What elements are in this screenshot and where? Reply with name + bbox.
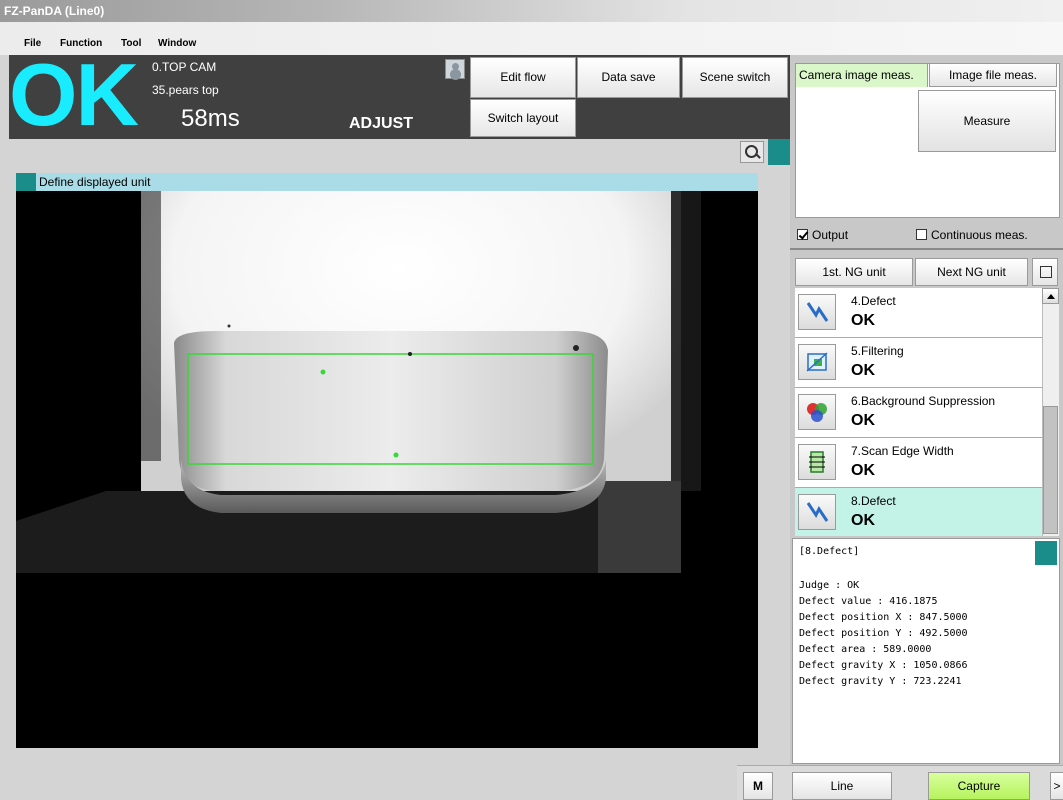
line-button[interactable]: Line [792, 772, 892, 800]
filtering-icon [798, 344, 836, 380]
camera-image[interactable] [16, 191, 758, 748]
image-window-header[interactable]: Define displayed unit [16, 173, 758, 191]
menu-window[interactable]: Window [158, 38, 196, 49]
unit-row-7-scan-edge-width[interactable]: 7.Scan Edge Width OK [795, 438, 1042, 488]
unit-result: OK [851, 362, 875, 379]
header-marker [16, 173, 36, 191]
detail-line: Defect area : 589.0000 [799, 644, 932, 655]
measure-button[interactable]: Measure [918, 90, 1056, 152]
unit-result: OK [851, 312, 875, 329]
data-save-button[interactable]: Data save [577, 57, 680, 98]
first-ng-unit-button[interactable]: 1st. NG unit [795, 258, 913, 286]
detail-heading: [8.Defect] [799, 546, 860, 557]
scene-name: 35.pears top [152, 83, 219, 97]
more-button[interactable]: > [1050, 772, 1063, 800]
defect-icon [798, 294, 836, 330]
detail-line: Defect gravity Y : 723.2241 [799, 676, 962, 687]
menu-bar: File Function Tool Window [0, 22, 1063, 55]
scan-edge-width-icon [798, 444, 836, 480]
unit-row-8-defect[interactable]: 8.Defect OK [795, 488, 1042, 536]
detail-result-panel: [8.Defect] Judge : OK Defect value : 416… [792, 538, 1060, 764]
unit-name: 5.Filtering [851, 344, 904, 358]
unit-result: OK [851, 462, 875, 479]
edit-flow-button[interactable]: Edit flow [470, 57, 576, 98]
define-displayed-unit-label: Define displayed unit [39, 175, 151, 189]
scrollbar-thumb[interactable] [1043, 406, 1058, 534]
tab-image-file-meas[interactable]: Image file meas. [929, 63, 1057, 87]
detail-line: Defect position X : 847.5000 [799, 612, 968, 623]
unit-row-5-filtering[interactable]: 5.Filtering OK [795, 338, 1042, 388]
continuous-meas-checkbox[interactable]: Continuous meas. [916, 228, 1028, 242]
detail-line: Defect value : 416.1875 [799, 596, 938, 607]
camera-image-render [16, 191, 758, 748]
unit-name: 6.Background Suppression [851, 394, 996, 408]
camera-name: 0.TOP CAM [152, 60, 217, 74]
defect-icon [798, 494, 836, 530]
switch-layout-button[interactable]: Switch layout [470, 99, 576, 137]
unit-list: 4.Defect OK 5.Filtering OK 6.Background … [795, 288, 1042, 536]
unit-view-icon[interactable] [1032, 258, 1058, 286]
continuous-meas-label: Continuous meas. [931, 228, 1028, 242]
checkbox-unchecked-icon [916, 229, 927, 240]
detail-line: Judge : OK [799, 580, 860, 591]
unit-name: 8.Defect [851, 494, 896, 508]
scene-switch-button[interactable]: Scene switch [682, 57, 788, 98]
window-title: FZ-PanDA (Line0) [4, 4, 105, 18]
background-suppression-icon [798, 394, 836, 430]
detail-line: Defect gravity X : 1050.0866 [799, 660, 968, 671]
mode-label: ADJUST [349, 115, 414, 132]
next-ng-unit-button[interactable]: Next NG unit [915, 258, 1028, 286]
unit-name: 7.Scan Edge Width [851, 444, 954, 458]
title-bar: FZ-PanDA (Line0) [0, 0, 1063, 22]
checkbox-checked-icon [797, 229, 808, 240]
unit-row-4-defect[interactable]: 4.Defect OK [795, 288, 1042, 338]
status-panel: OK 0.TOP CAM 35.pears top 58ms ADJUST [9, 45, 468, 144]
detail-marker [1035, 541, 1057, 565]
app-window: FZ-PanDA (Line0) File Function Tool Wind… [0, 0, 1063, 800]
output-label: Output [812, 228, 849, 242]
user-icon[interactable] [445, 59, 465, 79]
output-checkbox[interactable]: Output [797, 228, 848, 242]
divider [790, 248, 1063, 250]
zoom-icon[interactable] [740, 141, 764, 163]
capture-button[interactable]: Capture [928, 772, 1030, 800]
tab-camera-image-meas[interactable]: Camera image meas. [795, 63, 928, 87]
m-button[interactable]: M [743, 772, 773, 800]
unit-result: OK [851, 512, 875, 529]
unit-name: 4.Defect [851, 294, 896, 308]
detail-line: Defect position Y : 492.5000 [799, 628, 968, 639]
scroll-up-arrow-icon[interactable] [1042, 288, 1059, 304]
unit-row-6-background-suppression[interactable]: 6.Background Suppression OK [795, 388, 1042, 438]
image-window-marker [768, 139, 790, 165]
processing-time: 58ms [181, 105, 240, 132]
unit-result: OK [851, 412, 875, 429]
overall-judgement: OK [9, 45, 139, 144]
